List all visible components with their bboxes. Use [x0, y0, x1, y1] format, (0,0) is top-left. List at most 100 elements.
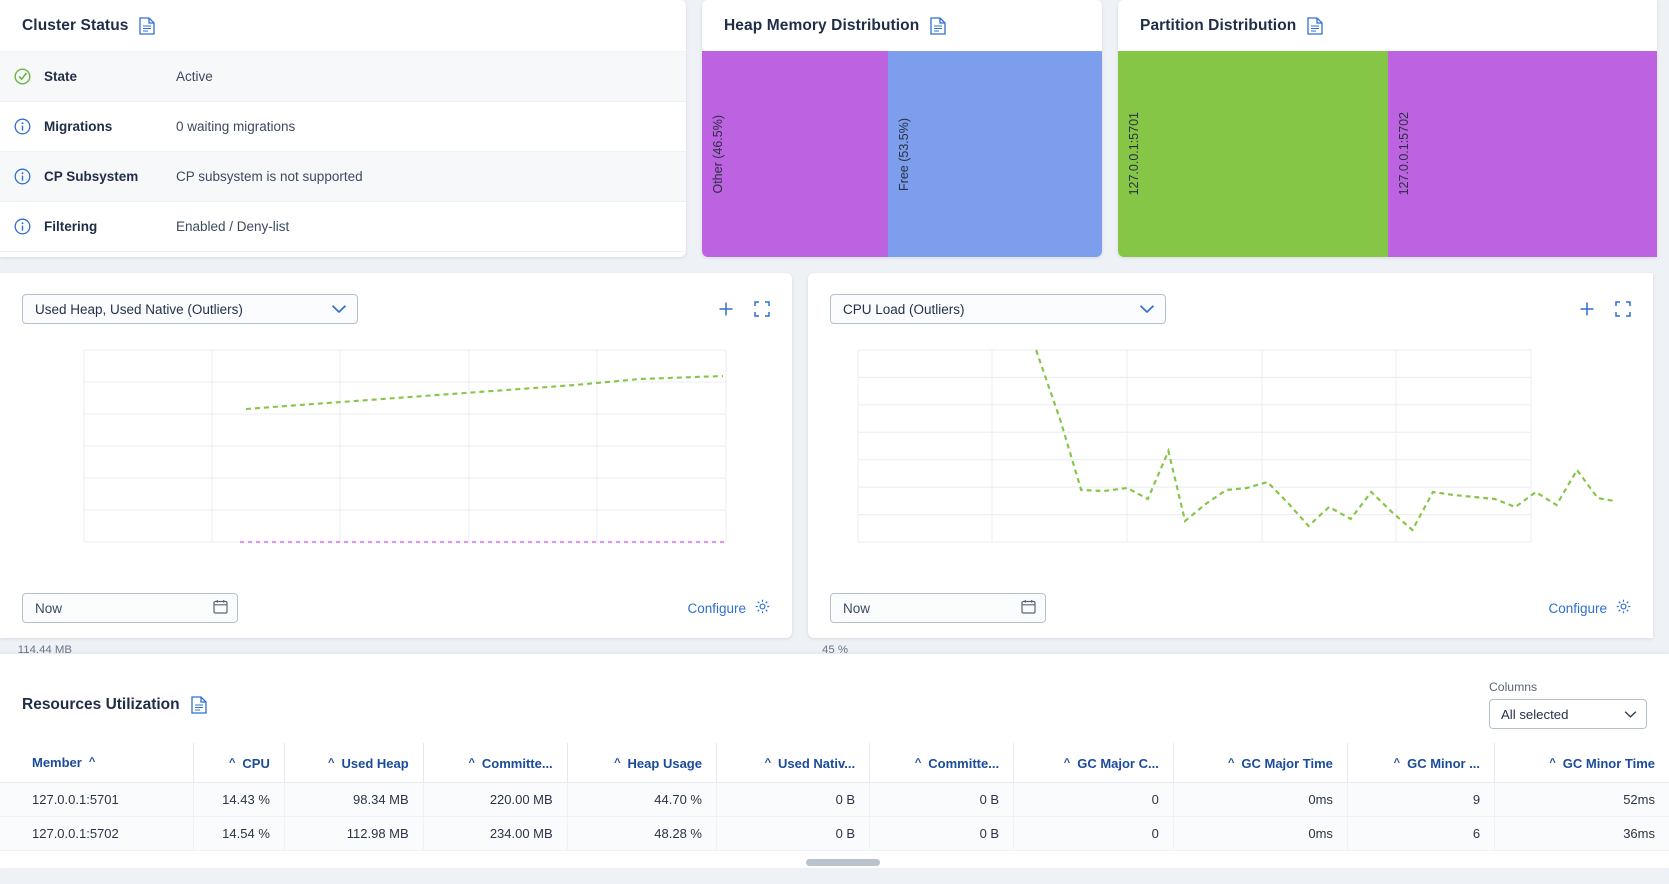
right-chart-actions	[1579, 301, 1631, 317]
cell-used-native: 0 B	[716, 782, 869, 816]
table-header-row: Member^ ^CPU ^Used Heap ^Committe... ^He…	[0, 743, 1669, 782]
document-icon[interactable]	[191, 696, 207, 714]
cell-heap-usage: 44.70 %	[567, 782, 716, 816]
table-head: Member^ ^CPU ^Used Heap ^Committe... ^He…	[0, 743, 1669, 782]
th-heap-usage[interactable]: ^Heap Usage	[567, 743, 716, 782]
right-chart-svg	[808, 329, 1653, 579]
cell-member: 127.0.0.1:5702	[0, 816, 193, 850]
cluster-status-card: Cluster Status State Active	[0, 0, 686, 257]
plus-icon[interactable]	[1579, 301, 1595, 317]
cell-gc-minor-time: 36ms	[1495, 816, 1669, 850]
chevron-down-icon	[331, 302, 347, 316]
status-value: Enabled / Deny-list	[176, 219, 289, 234]
left-metric-select[interactable]: Used Heap, Used Native (Outliers)	[22, 294, 358, 324]
right-metric-select-value: CPU Load (Outliers)	[843, 302, 965, 317]
left-configure-label: Configure	[687, 601, 746, 616]
status-row-filtering: Filtering Enabled / Deny-list	[0, 202, 686, 252]
caret-up-icon: ^	[1394, 757, 1400, 769]
heap-treemap: Other (46.5%) Free (53.5%)	[702, 51, 1102, 257]
th-label: GC Major C...	[1077, 756, 1159, 771]
calendar-icon[interactable]	[213, 599, 228, 617]
th-committed-heap[interactable]: ^Committe...	[423, 743, 567, 782]
document-icon[interactable]	[1307, 17, 1323, 35]
th-member[interactable]: Member^	[0, 743, 193, 782]
treemap-cell-other[interactable]: Other (46.5%)	[702, 51, 888, 257]
partition-distribution-card: Partition Distribution 127.0.0.1:5701 12…	[1118, 0, 1657, 257]
cell-used-heap: 98.34 MB	[284, 782, 423, 816]
th-gc-major-count[interactable]: ^GC Major C...	[1014, 743, 1174, 782]
cell-cpu: 14.54 %	[193, 816, 284, 850]
right-date-value: Now	[843, 601, 870, 616]
check-circle-icon	[14, 68, 44, 85]
cell-heap-usage: 48.28 %	[567, 816, 716, 850]
document-icon[interactable]	[139, 17, 155, 35]
caret-up-icon: ^	[614, 757, 620, 769]
status-label: Migrations	[44, 119, 176, 134]
left-date-input[interactable]: Now	[22, 593, 238, 623]
th-label: Committe...	[928, 756, 999, 771]
left-configure-button[interactable]: Configure	[687, 599, 770, 617]
status-row-cp-subsystem: CP Subsystem CP subsystem is not support…	[0, 152, 686, 202]
treemap-cell-label: 127.0.0.1:5702	[1397, 112, 1411, 195]
table-row[interactable]: 127.0.0.1:5702 14.54 % 112.98 MB 234.00 …	[0, 816, 1669, 850]
calendar-icon[interactable]	[1021, 599, 1036, 617]
columns-select[interactable]: All selected	[1489, 699, 1647, 729]
info-circle-icon	[14, 218, 44, 235]
status-row-migrations: Migrations 0 waiting migrations	[0, 102, 686, 152]
treemap-cell-label: Other (46.5%)	[711, 115, 725, 194]
charts-row: Used Heap, Used Native (Outliers)	[0, 273, 1669, 638]
cell-gc-major-count: 0	[1014, 816, 1174, 850]
info-circle-icon	[14, 168, 44, 185]
expand-icon[interactable]	[1615, 301, 1631, 317]
columns-selector: Columns All selected	[1489, 680, 1647, 729]
cell-member: 127.0.0.1:5701	[0, 782, 193, 816]
th-used-heap[interactable]: ^Used Heap	[284, 743, 423, 782]
plus-icon[interactable]	[718, 301, 734, 317]
right-chart-header: CPU Load (Outliers)	[808, 273, 1653, 329]
columns-label: Columns	[1489, 680, 1647, 694]
cpu-load-chart-card: CPU Load (Outliers)	[808, 273, 1653, 638]
cluster-status-title: Cluster Status	[0, 0, 686, 51]
left-chart-actions	[718, 301, 770, 317]
table-row[interactable]: 127.0.0.1:5701 14.43 % 98.34 MB 220.00 M…	[0, 782, 1669, 816]
left-chart-footer: Now Configure	[0, 578, 792, 638]
right-date-input[interactable]: Now	[830, 593, 1046, 623]
th-committed-native[interactable]: ^ Committe...	[870, 743, 1014, 782]
resources-utilization-card: Resources Utilization Columns All select…	[0, 654, 1669, 868]
gear-icon	[755, 599, 770, 617]
cell-committed-native: 0 B	[870, 816, 1014, 850]
th-gc-major-time[interactable]: ^GC Major Time	[1173, 743, 1347, 782]
treemap-cell-free[interactable]: Free (53.5%)	[888, 51, 1102, 257]
th-used-native[interactable]: ^Used Nativ...	[716, 743, 869, 782]
status-label: State	[44, 69, 176, 84]
status-value: CP subsystem is not supported	[176, 169, 363, 184]
treemap-cell-member-5701[interactable]: 127.0.0.1:5701	[1118, 51, 1388, 257]
th-label: Member	[32, 755, 82, 770]
cell-committed-native: 0 B	[870, 782, 1014, 816]
cell-committed-heap: 234.00 MB	[423, 816, 567, 850]
caret-up-icon: ^	[328, 757, 334, 769]
left-chart-header: Used Heap, Used Native (Outliers)	[0, 273, 792, 329]
resources-header-row: Resources Utilization Columns All select…	[0, 654, 1669, 729]
th-cpu[interactable]: ^CPU	[193, 743, 284, 782]
right-metric-select[interactable]: CPU Load (Outliers)	[830, 294, 1166, 324]
th-gc-minor-count[interactable]: ^ GC Minor ...	[1347, 743, 1494, 782]
resources-utilization-title-text: Resources Utilization	[22, 696, 180, 714]
cell-gc-minor-count: 9	[1347, 782, 1494, 816]
chevron-down-icon	[1139, 302, 1155, 316]
document-icon[interactable]	[930, 17, 946, 35]
cell-gc-major-time: 0ms	[1173, 782, 1347, 816]
expand-icon[interactable]	[754, 301, 770, 317]
treemap-cell-member-5702[interactable]: 127.0.0.1:5702	[1388, 51, 1658, 257]
th-gc-minor-time[interactable]: ^GC Minor Time	[1495, 743, 1669, 782]
resources-utilization-title: Resources Utilization	[22, 696, 207, 714]
partition-treemap: 127.0.0.1:5701 127.0.0.1:5702	[1118, 51, 1657, 257]
left-chart-plot: 114.44 MB 95.37 MB 76.29 MB 57.22 MB 38.…	[0, 329, 792, 584]
caret-up-icon: ^	[915, 757, 921, 769]
th-label: GC Minor ...	[1407, 756, 1480, 771]
treemap-cell-label: Free (53.5%)	[897, 118, 911, 191]
status-label: CP Subsystem	[44, 169, 176, 184]
right-configure-button[interactable]: Configure	[1548, 599, 1631, 617]
horizontal-scrollbar[interactable]	[806, 859, 880, 866]
th-label: Used Nativ...	[778, 756, 855, 771]
